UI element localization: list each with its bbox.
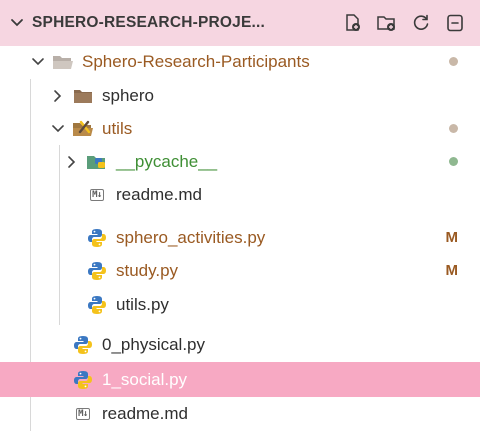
tree-item-root-readme[interactable]: M↓ readme.md	[0, 397, 480, 430]
tree-item-label: 1_social.py	[102, 369, 188, 389]
modified-badge: M	[445, 262, 459, 279]
tree-item-label: utils	[102, 118, 133, 138]
modified-badge: M	[445, 229, 459, 246]
python-folder-icon	[86, 152, 108, 172]
python-file-icon	[86, 228, 108, 248]
explorer-header[interactable]: SPHERO-RESEARCH-PROJE...	[0, 0, 480, 46]
tree-item-label: sphero	[102, 85, 154, 105]
chevron-right-icon[interactable]	[50, 88, 66, 104]
python-file-icon	[72, 335, 94, 355]
explorer-title: SPHERO-RESEARCH-PROJE...	[32, 14, 266, 31]
refresh-icon[interactable]	[410, 12, 432, 34]
python-file-icon	[86, 261, 108, 281]
markdown-icon: M↓	[90, 188, 104, 201]
chevron-down-icon[interactable]	[30, 54, 46, 70]
untracked-dot-badge	[449, 157, 458, 166]
tools-folder-icon	[72, 119, 94, 139]
file-explorer: SPHERO-RESEARCH-PROJE... Sphero-Research…	[0, 0, 480, 431]
chevron-down-icon[interactable]	[8, 14, 26, 32]
tree-item-label: sphero_activities.py	[116, 227, 266, 247]
python-file-icon	[72, 370, 94, 390]
chevron-down-icon[interactable]	[50, 121, 66, 137]
tree-item-label: Sphero-Research-Participants	[82, 51, 310, 71]
collapse-all-icon[interactable]	[444, 12, 466, 34]
tree-item-root-folder[interactable]: Sphero-Research-Participants	[0, 45, 480, 78]
tree-item-utils-readme[interactable]: M↓ readme.md	[0, 178, 480, 211]
python-file-icon	[86, 295, 108, 315]
tree-item-label: readme.md	[116, 184, 202, 204]
modified-dot-badge	[449, 124, 458, 133]
tree-item-label: study.py	[116, 260, 179, 280]
tree-item-sphero-folder[interactable]: sphero	[0, 79, 480, 112]
new-folder-icon[interactable]	[376, 12, 398, 34]
folder-icon	[72, 86, 94, 106]
tree-item-utils-py[interactable]: utils.py	[0, 288, 480, 321]
tree-item-label: 0_physical.py	[102, 334, 206, 354]
folder-open-icon	[52, 52, 74, 72]
tree-item-label: utils.py	[116, 294, 169, 314]
markdown-icon: M↓	[76, 407, 90, 420]
explorer-actions	[342, 0, 466, 46]
tree-item-utils-folder[interactable]: utils	[0, 112, 480, 145]
tree-item-physical[interactable]: 0_physical.py	[0, 328, 480, 361]
modified-dot-badge	[449, 57, 458, 66]
chevron-right-icon[interactable]	[64, 154, 80, 170]
tree-item-pycache-folder[interactable]: __pycache__	[0, 145, 480, 178]
tree-item-social[interactable]: 1_social.py	[0, 362, 480, 397]
tree-item-study[interactable]: study.py M	[0, 254, 480, 287]
new-file-icon[interactable]	[342, 12, 364, 34]
tree-item-label: __pycache__	[116, 151, 218, 171]
tree-item-label: readme.md	[102, 403, 188, 423]
tree-item-sphero-activities[interactable]: sphero_activities.py M	[0, 221, 480, 254]
